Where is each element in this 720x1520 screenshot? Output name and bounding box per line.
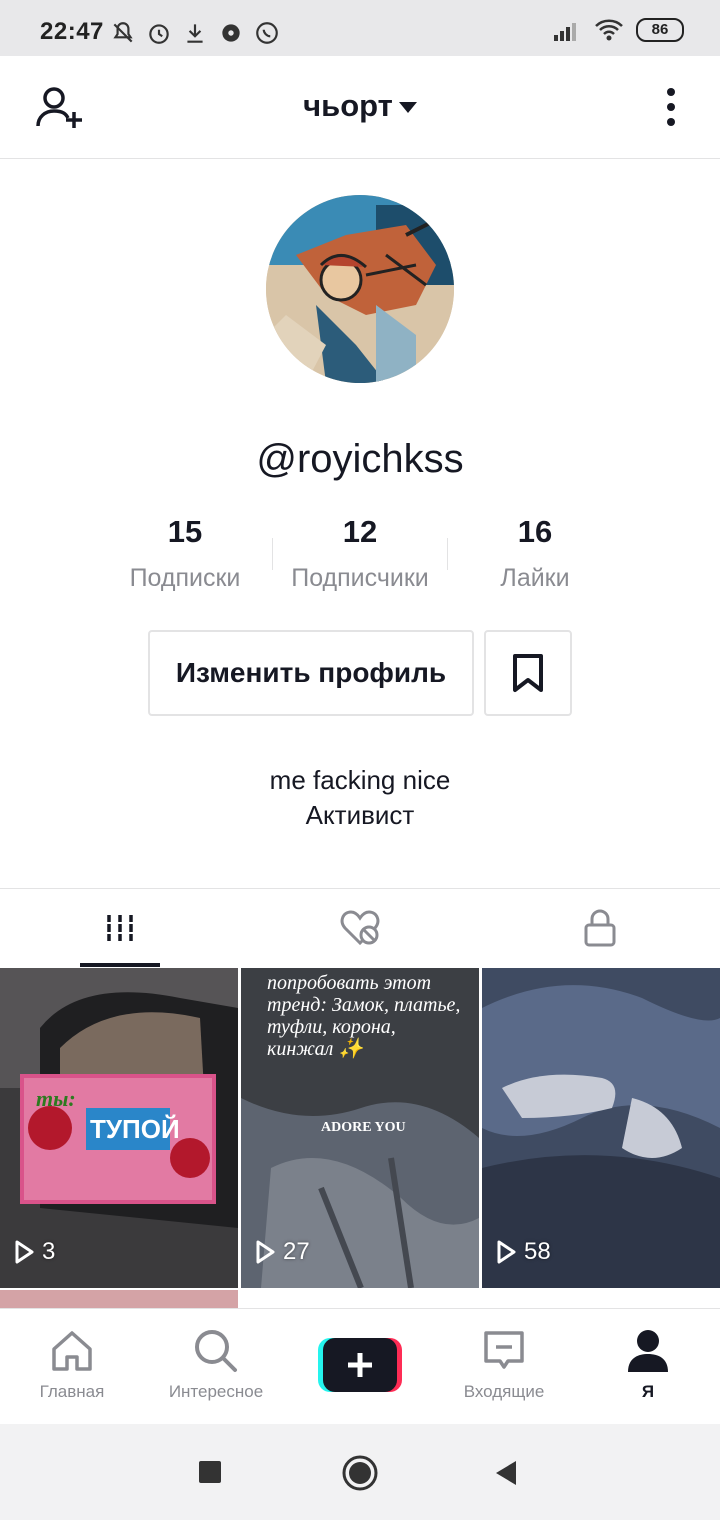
- status-notification-icons: [110, 20, 280, 46]
- nav-home-label: Главная: [39, 1382, 105, 1401]
- stat-followers[interactable]: 12 Подписчики: [272, 514, 448, 593]
- status-time: 22:47: [40, 18, 104, 45]
- status-system-icons: 86: [552, 18, 684, 42]
- view-count: 3: [14, 1238, 55, 1266]
- heart-hidden-icon: [340, 910, 380, 946]
- followers-label: Подписчики: [291, 564, 429, 592]
- bell-muted-icon: [113, 22, 133, 43]
- nav-profile-label: Я: [641, 1382, 655, 1401]
- favorites-button[interactable]: [484, 630, 572, 716]
- nav-profile[interactable]: Я: [576, 1326, 720, 1402]
- video-caption: ТУПОЙ: [90, 1114, 180, 1144]
- video-thumbnail[interactable]: попробовать этот тренд: Замок, платье, т…: [241, 968, 479, 1288]
- bookmark-icon: [513, 654, 543, 692]
- tab-videos[interactable]: [0, 888, 240, 968]
- following-label: Подписки: [129, 564, 241, 592]
- view-count: 27: [255, 1238, 310, 1266]
- view-count-value: 27: [283, 1238, 310, 1265]
- disc-icon: [222, 24, 240, 42]
- video-thumbnail-partial[interactable]: [0, 1290, 238, 1308]
- play-icon: [497, 1240, 516, 1264]
- caret-down-icon: [398, 102, 417, 114]
- avatar[interactable]: [266, 195, 454, 383]
- stat-likes[interactable]: 16 Лайки: [447, 514, 623, 593]
- likes-count: 16: [517, 514, 553, 549]
- video-thumbnail[interactable]: ты: ТУПОЙ 3: [0, 968, 238, 1288]
- play-icon: [15, 1240, 34, 1264]
- more-options-icon[interactable]: [662, 86, 680, 135]
- tab-private[interactable]: [480, 888, 720, 968]
- followers-count: 12: [342, 514, 378, 549]
- edit-profile-button[interactable]: Изменить профиль: [148, 630, 474, 716]
- recent-apps-icon[interactable]: [198, 1460, 222, 1489]
- active-tab-indicator: [80, 963, 160, 967]
- wifi-icon: [595, 19, 623, 41]
- account-name: чьорт: [303, 88, 393, 123]
- following-count: 15: [167, 514, 203, 549]
- video-caption-small: ADORE YOU: [321, 1120, 406, 1135]
- plus-icon: [318, 1338, 402, 1392]
- inbox-icon: [484, 1331, 524, 1369]
- battery-indicator: 86: [636, 18, 684, 42]
- home-icon: [52, 1331, 92, 1371]
- nav-discover[interactable]: Интересное: [144, 1326, 288, 1402]
- download-icon: [187, 24, 203, 43]
- video-caption: попробовать этот тренд: Замок, платье, т…: [267, 972, 461, 1060]
- back-icon[interactable]: [494, 1459, 518, 1492]
- nav-inbox-label: Входящие: [463, 1382, 545, 1401]
- alarm-icon: [149, 24, 169, 44]
- likes-label: Лайки: [500, 564, 570, 592]
- username: @royichkss: [256, 437, 464, 481]
- video-caption: ты:: [36, 1086, 76, 1111]
- signal-icon: [554, 23, 576, 41]
- bio-line: Активист: [305, 800, 415, 830]
- tab-liked[interactable]: [240, 888, 480, 968]
- home-button-icon[interactable]: [341, 1454, 379, 1497]
- view-count-value: 3: [42, 1238, 56, 1265]
- profile-icon: [628, 1330, 668, 1372]
- create-video-button[interactable]: [318, 1338, 402, 1392]
- search-icon: [195, 1330, 237, 1372]
- lock-icon: [584, 909, 616, 947]
- view-count: 58: [496, 1238, 551, 1266]
- video-thumbnail[interactable]: 58: [482, 968, 720, 1288]
- whatsapp-icon: [256, 22, 278, 44]
- play-icon: [256, 1240, 275, 1264]
- nav-inbox[interactable]: Входящие: [432, 1326, 576, 1402]
- nav-home[interactable]: Главная: [0, 1326, 144, 1402]
- view-count-value: 58: [524, 1238, 551, 1265]
- grid-icon: [105, 915, 135, 941]
- bio-line: me facking nice: [269, 765, 451, 795]
- account-switcher[interactable]: чьорт: [0, 88, 720, 124]
- stat-following[interactable]: 15 Подписки: [97, 514, 273, 593]
- nav-discover-label: Интересное: [168, 1382, 264, 1401]
